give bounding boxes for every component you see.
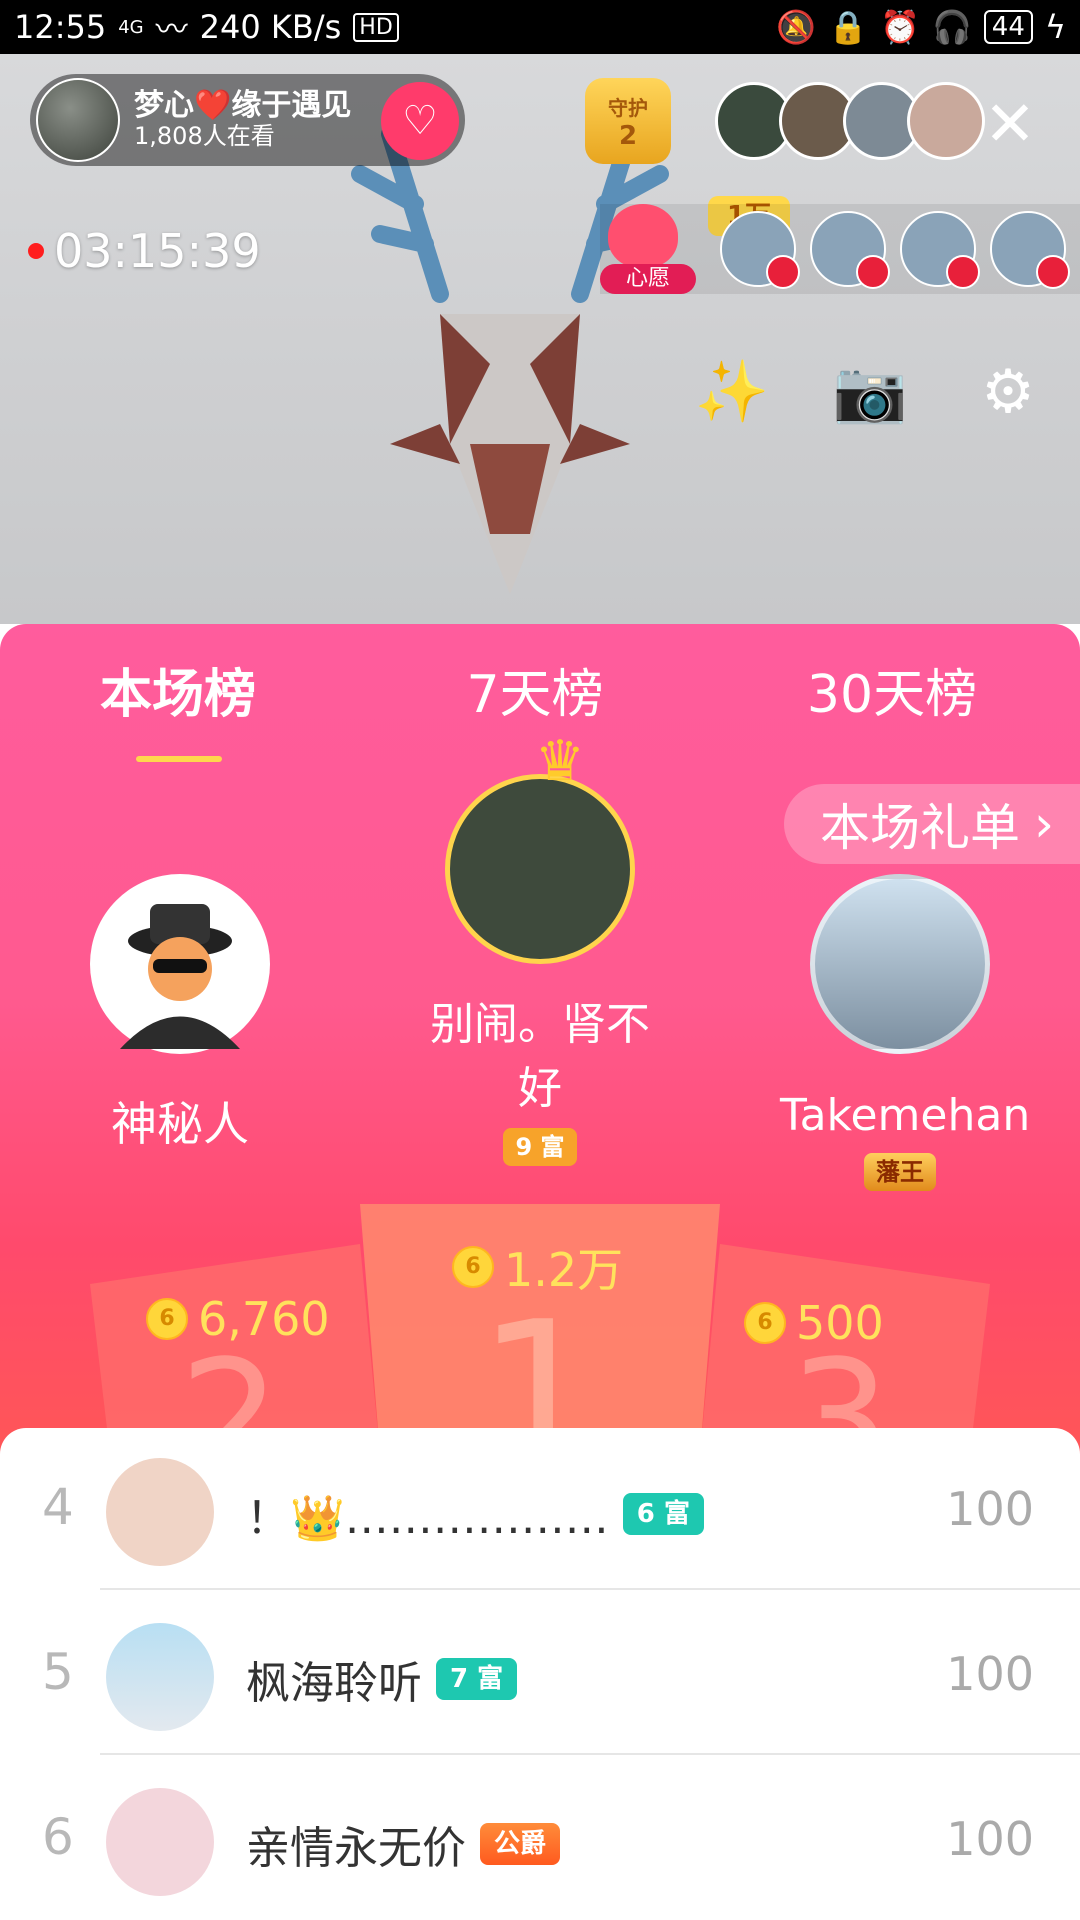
rank-third-card[interactable]: Takemehan 藩王 <box>780 874 1031 1191</box>
rank-number: 6 <box>42 1808 74 1866</box>
user-name: 枫海聆听 <box>246 1658 422 1709</box>
switch-camera-icon[interactable]: 📷 <box>828 350 912 434</box>
ranking-panel: 本场榜 7天榜 30天榜 本场礼单 › 1 2 3 ♛ 别闹。肾不好 9 富 神… <box>0 624 1080 1454</box>
third-avatar[interactable] <box>810 874 990 1054</box>
user-avatar[interactable] <box>106 1458 214 1566</box>
chevron-right-icon: › <box>1034 795 1054 853</box>
rich-level-badge: 9 富 <box>503 1128 577 1166</box>
list-item[interactable]: 6 亲情永无价 公爵 100 <box>0 1758 1080 1920</box>
wish-gift-avatar[interactable] <box>900 211 980 289</box>
gift-list-button[interactable]: 本场礼单 › <box>784 784 1080 864</box>
tab-7-days[interactable]: 7天榜 <box>466 652 603 727</box>
charging-icon: ϟ <box>1044 8 1066 46</box>
host-avatar[interactable] <box>36 78 120 162</box>
wish-label: 心愿 <box>600 264 696 294</box>
user-avatar[interactable] <box>106 1623 214 1731</box>
deer-decoration <box>351 125 669 594</box>
wish-gift-avatar[interactable] <box>990 211 1070 289</box>
wish-heart-icon[interactable]: 心愿 <box>600 204 696 294</box>
user-avatar[interactable] <box>106 1788 214 1896</box>
user-name: ！👑……………… <box>246 1493 609 1544</box>
guard-count: 2 <box>618 120 638 151</box>
live-video: 梦心❤️缘于遇见 1,808人在看 ♡ 守护 2 1万 ✕ 03:15:39 心… <box>0 54 1080 624</box>
noble-badge: 公爵 <box>480 1823 561 1865</box>
viewer-count: 1,808人在看 <box>134 122 275 151</box>
crown-icon: ♛ <box>534 729 586 794</box>
alarm-icon: ⏰ <box>880 8 920 46</box>
rich-level-badge: 7 富 <box>436 1658 518 1700</box>
settings-gear-icon[interactable]: ⚙ <box>966 350 1050 434</box>
first-coin-amount: 6 1.2万 <box>452 1234 623 1300</box>
second-coin-amount: 6 6,760 <box>146 1292 330 1346</box>
wish-gift-avatar[interactable] <box>720 211 800 289</box>
rank-first-card[interactable]: ♛ 别闹。肾不好 9 富 <box>420 734 660 1166</box>
rich-level-badge: 6 富 <box>622 1493 704 1535</box>
coin-icon: 6 <box>146 1298 188 1340</box>
divider <box>100 1588 1080 1590</box>
first-name: 别闹。肾不好 <box>430 999 650 1114</box>
guard-label: 守护 <box>608 95 648 120</box>
incognito-icon <box>120 904 240 1049</box>
tab-this-session[interactable]: 本场榜 <box>100 652 256 727</box>
third-coin-amount: 6 500 <box>744 1296 884 1350</box>
user-score: 100 <box>946 1482 1034 1536</box>
wish-bar[interactable]: 心愿 <box>600 204 1080 294</box>
timer-text: 03:15:39 <box>54 224 261 278</box>
second-amount: 6,760 <box>198 1292 330 1346</box>
follow-heart-button[interactable]: ♡ <box>381 82 459 160</box>
user-name: 亲情永无价 <box>246 1823 466 1874</box>
mystery-avatar[interactable] <box>90 874 270 1054</box>
guard-badge[interactable]: 守护 2 <box>585 78 671 164</box>
live-timer: 03:15:39 <box>28 224 261 278</box>
wish-gift-avatar[interactable] <box>810 211 890 289</box>
second-name: 神秘人 <box>111 1097 249 1151</box>
room-title: 梦心❤️缘于遇见 <box>134 87 352 123</box>
lock-icon: 🔒 <box>828 8 869 46</box>
top-viewers[interactable] <box>715 82 985 160</box>
status-bar: 12:55 4G 〰 240 KB/s HD 🔕 🔒 ⏰ 🎧 44 ϟ <box>0 0 1080 54</box>
close-icon[interactable]: ✕ <box>980 93 1040 155</box>
third-name: Takemehan <box>780 1090 1031 1141</box>
noble-badge: 藩王 <box>864 1153 936 1191</box>
divider <box>100 1753 1080 1755</box>
network-icon: 4G <box>118 16 144 38</box>
headphone-icon: 🎧 <box>931 8 972 46</box>
mute-icon: 🔕 <box>776 8 817 46</box>
viewer-avatar[interactable] <box>907 82 985 160</box>
rank-number: 4 <box>42 1478 74 1536</box>
wifi-icon: 〰 <box>155 10 188 48</box>
tab-30-days[interactable]: 30天榜 <box>807 652 977 727</box>
hd-icon: HD <box>353 12 399 42</box>
coin-icon: 6 <box>744 1302 786 1344</box>
list-item[interactable]: 5 枫海聆听 7 富 100 <box>0 1593 1080 1755</box>
third-amount: 500 <box>796 1296 884 1350</box>
rank-second-card[interactable]: 神秘人 <box>60 874 300 1154</box>
ranking-list: 4 ！👑……………… 6 富 100 5 枫海聆听 7 富 100 6 亲情永无… <box>0 1428 1080 1920</box>
magic-wand-icon[interactable]: ✨ <box>690 350 774 434</box>
list-item[interactable]: 4 ！👑……………… 6 富 100 <box>0 1428 1080 1590</box>
recording-dot <box>28 243 44 259</box>
gift-list-label: 本场礼单 <box>820 799 1020 857</box>
user-score: 100 <box>946 1812 1034 1866</box>
tab-underline <box>136 756 222 762</box>
coin-icon: 6 <box>452 1246 494 1288</box>
first-amount: 1.2万 <box>504 1243 624 1297</box>
network-speed: 240 KB/s <box>199 8 342 46</box>
battery-icon: 44 <box>983 10 1033 44</box>
rank-number: 5 <box>42 1643 74 1701</box>
user-score: 100 <box>946 1647 1034 1701</box>
room-info[interactable]: 梦心❤️缘于遇见 1,808人在看 ♡ <box>30 74 465 166</box>
clock: 12:55 <box>14 8 107 46</box>
first-avatar[interactable]: ♛ <box>445 734 635 964</box>
